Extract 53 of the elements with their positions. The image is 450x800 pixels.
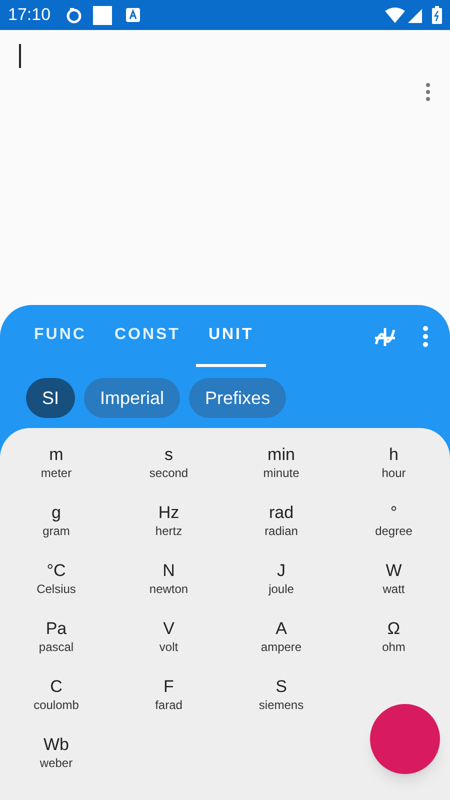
unit-name: coulomb (34, 697, 79, 713)
unit-name: hertz (155, 523, 182, 539)
unit-name: watt (382, 581, 405, 597)
text-cursor (19, 44, 21, 68)
unit-symbol[interactable]: F (164, 677, 174, 697)
unit-name: newton (149, 581, 188, 597)
unit-name: radian (264, 523, 298, 539)
unit-symbol[interactable]: h (389, 445, 398, 465)
unit-name: Celsius (36, 581, 76, 597)
unit-symbol[interactable]: W (386, 561, 402, 581)
filter-chip[interactable]: Imperial (84, 378, 180, 418)
unit-symbol[interactable]: J (277, 561, 286, 581)
unit-symbol[interactable]: Ω (387, 619, 400, 639)
more-options-icon[interactable] (426, 83, 430, 101)
unit-name: degree (375, 523, 412, 539)
unit-name: volt (159, 639, 178, 655)
unit-name: ohm (382, 639, 406, 655)
unit-name: joule (268, 581, 294, 597)
unit-symbol[interactable]: N (162, 561, 175, 581)
unit-symbol[interactable]: Hz (158, 503, 180, 523)
unit-name: second (149, 465, 188, 481)
unit-symbol[interactable]: V (163, 619, 174, 639)
unit-name: meter (40, 465, 72, 481)
unit-name: pascal (38, 639, 74, 655)
unit-symbol[interactable]: rad (268, 503, 294, 523)
unit-name: siemens (258, 697, 304, 713)
unit-symbol[interactable]: Pa (46, 619, 67, 639)
unit-name: gram (42, 523, 70, 539)
timer-icon (64, 6, 83, 24)
notification-icon (92, 6, 112, 24)
unit-name: farad (155, 697, 182, 713)
unit-name: hour (382, 465, 406, 481)
unit-symbol[interactable]: min (268, 445, 295, 465)
battery-icon (432, 6, 442, 24)
filter-chip[interactable]: SI (26, 378, 76, 418)
unit-symbol[interactable]: m (49, 445, 64, 465)
unit-symbol[interactable]: °C (46, 561, 66, 581)
wifi-icon (385, 7, 405, 23)
unit-symbol[interactable]: A (276, 619, 287, 639)
unit-symbol[interactable]: C (50, 677, 62, 697)
unit-symbol[interactable]: s (164, 445, 173, 465)
unit-symbol[interactable]: S (276, 677, 287, 697)
signal-icon (408, 7, 424, 23)
unit-symbol[interactable]: g (52, 503, 61, 523)
unit-symbol[interactable]: ° (390, 503, 398, 523)
unit-symbol[interactable]: Wb (44, 735, 69, 755)
unit-name: weber (40, 755, 73, 771)
unit-name: minute (263, 465, 300, 481)
unit-name: ampere (260, 639, 302, 655)
status-time: 17:10 (8, 4, 51, 26)
more-options-icon[interactable] (423, 326, 428, 346)
app-icon (126, 8, 140, 22)
filter-chip[interactable]: Prefixes (189, 378, 286, 418)
